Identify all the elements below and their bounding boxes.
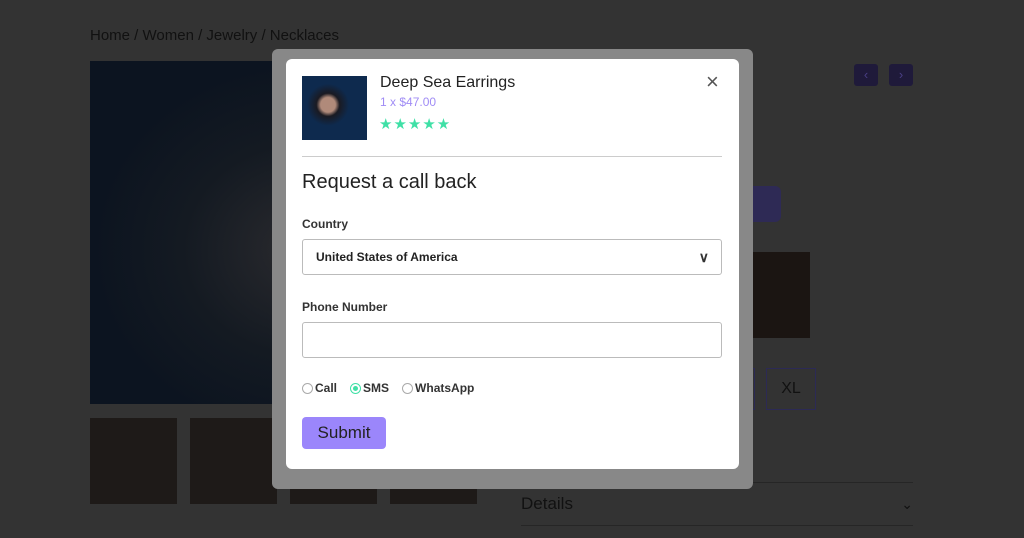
callback-modal: Deep Sea Earrings 1 x $47.00 ★★★★★ × Req…	[286, 59, 739, 469]
radio-label: Call	[315, 381, 338, 395]
radio-icon	[402, 382, 414, 394]
divider	[302, 156, 722, 157]
country-label: Country	[302, 217, 348, 231]
radio-call[interactable]: Call	[302, 381, 337, 395]
phone-input[interactable]	[302, 322, 722, 358]
radio-selected-icon	[350, 382, 362, 394]
breadcrumb: Home / Women / Jewelry / Necklaces	[90, 27, 339, 44]
radio-label: SMS	[363, 381, 390, 395]
radio-whatsapp[interactable]: WhatsApp	[402, 381, 474, 395]
radio-sms[interactable]: SMS	[350, 381, 389, 395]
rating-stars: ★★★★★	[379, 116, 452, 133]
product-thumbnail[interactable]	[190, 418, 277, 504]
modal-title: Request a call back	[302, 171, 477, 193]
product-thumbnail[interactable]	[90, 418, 177, 504]
product-name: Deep Sea Earrings	[380, 74, 516, 91]
radio-icon	[302, 382, 313, 394]
country-select[interactable]: United States of America ∨	[302, 239, 722, 275]
chevron-down-icon: ⌄	[901, 496, 913, 512]
submit-button[interactable]: Submit	[302, 417, 386, 449]
contact-method-group: Call SMS WhatsApp	[302, 381, 474, 395]
size-option-xl[interactable]: XL	[766, 368, 816, 410]
country-value: United States of America	[316, 250, 458, 264]
details-label: Details	[521, 494, 573, 513]
product-image	[302, 76, 367, 140]
prev-product-button[interactable]: ‹	[854, 64, 878, 86]
close-icon[interactable]: ×	[706, 69, 719, 95]
next-product-button[interactable]: ›	[889, 64, 913, 86]
chevron-down-icon: ∨	[698, 249, 709, 265]
radio-label: WhatsApp	[415, 381, 475, 395]
product-price: 1 x $47.00	[380, 95, 437, 109]
phone-label: Phone Number	[302, 300, 388, 314]
